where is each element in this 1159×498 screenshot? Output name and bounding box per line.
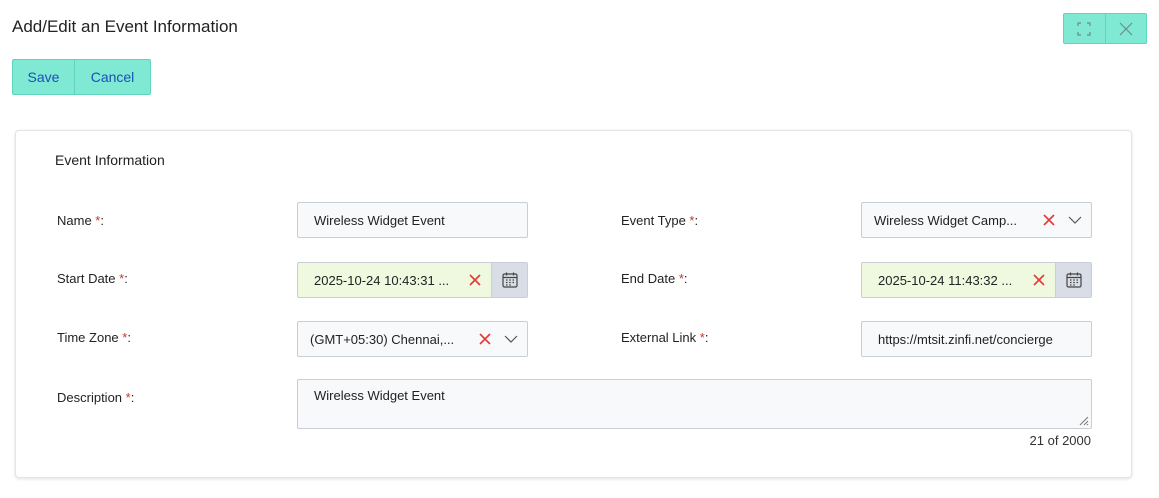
clear-x-icon	[1043, 214, 1055, 226]
clear-time-zone-button[interactable]	[475, 329, 495, 349]
time-zone-value: (GMT+05:30) Chennai,...	[310, 331, 455, 347]
end-date-label: End Date *:	[621, 271, 688, 286]
expand-button[interactable]	[1064, 14, 1105, 43]
event-information-card: Event Information Name *: Wireless Widge…	[15, 130, 1132, 478]
description-value: Wireless Widget Event	[314, 388, 445, 403]
character-counter: 21 of 2000	[1029, 433, 1091, 448]
clear-event-type-button[interactable]	[1039, 210, 1059, 230]
event-type-select[interactable]: Wireless Widget Camp...	[861, 202, 1092, 238]
page-title: Add/Edit an Event Information	[12, 17, 238, 36]
time-zone-label: Time Zone *:	[57, 330, 131, 345]
external-link-label: External Link *:	[621, 330, 709, 345]
name-input[interactable]: Wireless Widget Event	[297, 202, 528, 238]
clear-end-date-button[interactable]	[1029, 270, 1049, 290]
window-controls	[1063, 13, 1147, 44]
description-label: Description *:	[57, 390, 135, 405]
external-link-value: https://mtsit.zinfi.net/concierge	[878, 331, 1053, 347]
external-link-input[interactable]: https://mtsit.zinfi.net/concierge	[861, 321, 1092, 357]
start-date-label: Start Date *:	[57, 271, 128, 286]
start-date-value: 2025-10-24 10:43:31 ...	[314, 272, 450, 288]
clear-x-icon	[1033, 274, 1045, 286]
time-zone-select[interactable]: (GMT+05:30) Chennai,...	[297, 321, 528, 357]
end-date-input[interactable]: 2025-10-24 11:43:32 ...	[861, 262, 1092, 298]
clear-x-icon	[469, 274, 481, 286]
cancel-button[interactable]: Cancel	[74, 60, 150, 94]
close-icon	[1119, 22, 1133, 35]
clear-start-date-button[interactable]	[465, 270, 485, 290]
chevron-down-icon	[504, 335, 518, 343]
expand-icon	[1077, 21, 1091, 36]
name-label: Name *:	[57, 213, 104, 228]
save-button[interactable]: Save	[13, 60, 74, 94]
event-type-dropdown-toggle[interactable]	[1059, 203, 1091, 237]
start-date-calendar-button[interactable]	[491, 263, 527, 297]
end-date-calendar-button[interactable]	[1055, 263, 1091, 297]
chevron-down-icon	[1068, 216, 1082, 224]
event-type-value: Wireless Widget Camp...	[874, 212, 1018, 228]
event-type-label: Event Type *:	[621, 213, 699, 228]
end-date-value: 2025-10-24 11:43:32 ...	[878, 272, 1013, 288]
resize-handle-icon[interactable]	[1077, 414, 1089, 426]
action-toolbar: Save Cancel	[12, 59, 151, 95]
start-date-input[interactable]: 2025-10-24 10:43:31 ...	[297, 262, 528, 298]
calendar-icon	[1065, 272, 1082, 288]
section-title: Event Information	[55, 152, 165, 168]
description-textarea[interactable]: Wireless Widget Event	[297, 379, 1092, 429]
time-zone-dropdown-toggle[interactable]	[495, 322, 527, 356]
close-button[interactable]	[1104, 14, 1147, 43]
clear-x-icon	[479, 333, 491, 345]
calendar-icon	[501, 272, 518, 288]
name-value: Wireless Widget Event	[314, 212, 445, 228]
